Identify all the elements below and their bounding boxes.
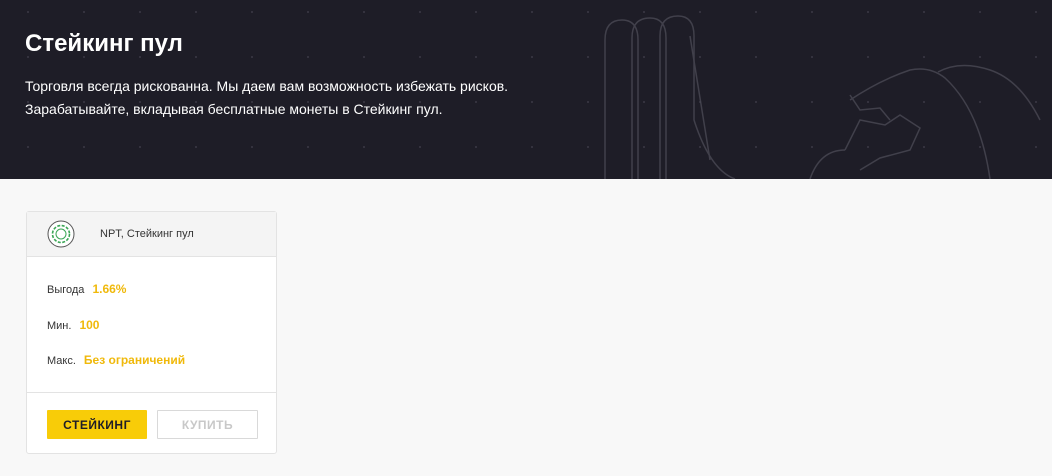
page-description: Торговля всегда рискованна. Мы даем вам …	[25, 75, 585, 121]
card-header: NPT, Стейкинг пул	[27, 212, 276, 257]
max-label: Макс.	[47, 355, 76, 367]
pool-name: NPT, Стейкинг пул	[100, 228, 194, 240]
profit-label: Выгода	[47, 284, 85, 296]
profit-value: 1.66%	[92, 282, 127, 296]
description-line-2: Зарабатывайте, вкладывая бесплатные моне…	[25, 101, 443, 117]
min-label: Мин.	[47, 320, 72, 332]
staking-pool-card: NPT, Стейкинг пул Выгода 1.66% Мин. 100 …	[26, 211, 277, 454]
profit-row: Выгода 1.66%	[47, 282, 126, 296]
hand-illustration	[604, 15, 1041, 179]
hero-banner: Стейкинг пул Торговля всегда рискованна.…	[0, 0, 1052, 179]
stake-button[interactable]: СТЕЙКИНГ	[47, 410, 147, 439]
page-title: Стейкинг пул	[25, 30, 183, 57]
max-row: Макс. Без ограничений	[47, 353, 185, 367]
buy-button[interactable]: КУПИТЬ	[157, 410, 258, 439]
coin-icon	[47, 220, 75, 248]
max-value: Без ограничений	[83, 353, 186, 367]
min-row: Мин. 100	[47, 318, 99, 332]
pool-details: Выгода 1.66% Мин. 100 Макс. Без ограниче…	[27, 257, 276, 393]
description-line-1: Торговля всегда рискованна. Мы даем вам …	[25, 78, 509, 94]
min-value: 100	[79, 318, 100, 332]
card-actions: СТЕЙКИНГ КУПИТЬ	[27, 393, 276, 453]
